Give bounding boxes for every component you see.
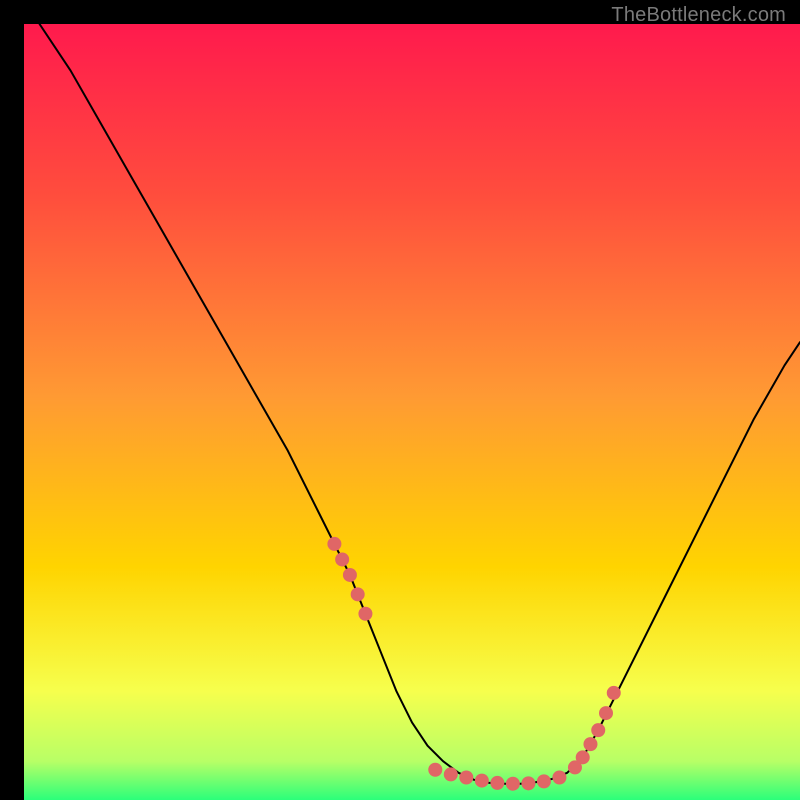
marker-point [459,771,473,785]
marker-point [343,568,357,582]
marker-point [552,771,566,785]
chart-svg [24,24,800,800]
marker-point [521,776,535,790]
chart-frame [12,12,788,788]
marker-point [583,737,597,751]
marker-point [475,774,489,788]
marker-point [576,750,590,764]
marker-point [506,777,520,791]
marker-point [607,686,621,700]
chart-background [24,24,800,800]
marker-point [537,774,551,788]
marker-point [444,767,458,781]
marker-point [490,776,504,790]
marker-point [335,552,349,566]
marker-point [358,607,372,621]
watermark-text: TheBottleneck.com [611,4,786,27]
marker-point [591,723,605,737]
marker-point [327,537,341,551]
marker-point [428,763,442,777]
marker-point [599,706,613,720]
marker-point [351,587,365,601]
